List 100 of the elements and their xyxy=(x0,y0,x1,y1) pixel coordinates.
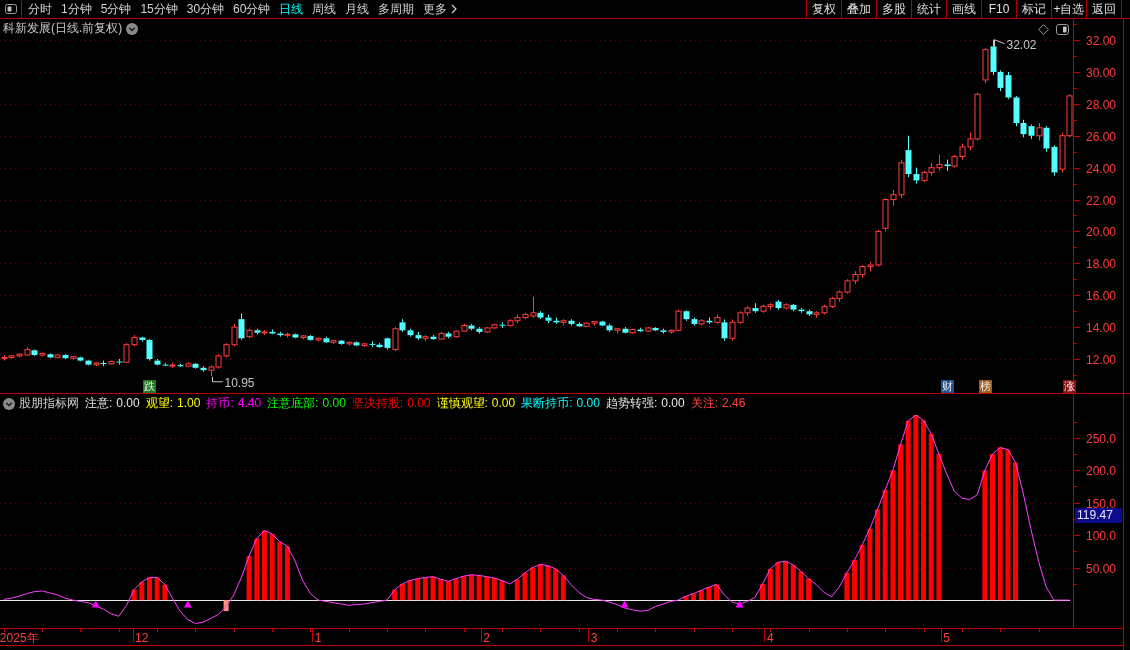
axis-label: 22.00 xyxy=(1086,194,1117,208)
bar xyxy=(407,580,413,601)
pointer-line xyxy=(994,39,1005,48)
bar xyxy=(139,581,145,601)
date-label: 12 xyxy=(135,631,149,645)
legend-label: 谨慎观望: xyxy=(436,396,488,411)
axis-label: 150.0 xyxy=(1086,497,1117,511)
high-price-label: 32.02 xyxy=(1006,37,1037,52)
axis-label: 28.00 xyxy=(1086,98,1117,112)
dropdown-icon[interactable] xyxy=(3,397,15,410)
bar xyxy=(147,577,152,601)
toolbar-button[interactable]: F10 xyxy=(981,0,1016,18)
bar xyxy=(499,580,505,601)
signal-tag: 榜 xyxy=(979,380,992,393)
bar xyxy=(514,579,520,601)
bar xyxy=(522,572,528,601)
diamond-icon[interactable] xyxy=(1038,24,1049,35)
period-tab[interactable]: 30分钟 xyxy=(186,0,225,18)
legend-label: 坚决持股: xyxy=(351,396,404,411)
period-tab[interactable]: 1分钟 xyxy=(61,0,92,18)
toolbar-button[interactable]: 叠加 xyxy=(841,0,876,18)
axis-label: 32.00 xyxy=(1086,34,1117,48)
period-tab[interactable]: 分时 xyxy=(28,0,52,18)
bar xyxy=(131,589,137,601)
legend-value: 4.40 xyxy=(237,396,262,411)
bar xyxy=(223,600,229,612)
period-tab[interactable]: 多周期 xyxy=(378,0,415,18)
pointer-line xyxy=(212,376,223,383)
triangle-marker xyxy=(91,600,100,608)
date-label: 2025年 xyxy=(0,631,39,645)
period-tab[interactable]: 周线 xyxy=(312,0,337,18)
date-label: 2 xyxy=(483,631,491,645)
bar xyxy=(269,533,275,601)
legend-value: 0.00 xyxy=(576,396,600,411)
period-tab[interactable]: 60分钟 xyxy=(233,0,271,18)
legend-value: 2.46 xyxy=(721,396,746,411)
toolbar-button[interactable]: 返回 xyxy=(1086,0,1121,18)
bar xyxy=(798,571,804,601)
legend-value: 0.00 xyxy=(407,396,431,411)
panel-toggle-icon[interactable] xyxy=(1056,24,1069,35)
toolbar-button[interactable]: 标记 xyxy=(1016,0,1051,18)
toolbar-button[interactable]: 画线 xyxy=(946,0,981,18)
bar xyxy=(683,596,689,601)
bar xyxy=(154,577,160,601)
chart-title: 科新发展(日线.前复权) xyxy=(3,21,123,36)
dropdown-icon[interactable] xyxy=(126,22,139,35)
bar xyxy=(162,584,168,601)
toolbar-button[interactable]: +自选 xyxy=(1051,0,1086,18)
axis-label: 250.0 xyxy=(1086,432,1117,446)
chevron-right-icon xyxy=(451,4,458,14)
period-tab[interactable]: 日线 xyxy=(279,0,304,18)
axis-label: 16.00 xyxy=(1086,289,1117,303)
current-value-label: 119.47 xyxy=(1075,508,1122,523)
signal-tag: 财 xyxy=(941,380,954,393)
legend-label: 果断持币: xyxy=(521,396,573,411)
bar xyxy=(430,576,436,601)
axis-label: 14.00 xyxy=(1086,321,1117,335)
axis-label: 18.00 xyxy=(1086,257,1117,271)
period-tab[interactable]: 5分钟 xyxy=(100,0,132,18)
legend-value: 0.00 xyxy=(491,396,516,411)
axis-label: 24.00 xyxy=(1086,162,1117,176)
legend-value: 0.00 xyxy=(661,396,685,411)
toolbar-button[interactable]: 统计 xyxy=(911,0,946,18)
legend-label: 注意: xyxy=(85,396,113,411)
period-tab[interactable]: 月线 xyxy=(345,0,370,18)
bar xyxy=(246,555,252,600)
legend-label: 观望: xyxy=(145,396,174,411)
bar xyxy=(775,562,781,601)
legend-label: 趋势转强: xyxy=(605,396,658,411)
period-tab[interactable]: 15分钟 xyxy=(140,0,178,18)
toolbar-button[interactable]: 多股 xyxy=(876,0,911,18)
bar xyxy=(706,587,712,601)
date-label: 5 xyxy=(943,631,950,645)
axis-label: 50.00 xyxy=(1086,562,1117,576)
bar xyxy=(453,578,459,601)
legend-label: 持币: xyxy=(206,396,234,411)
bar xyxy=(844,572,850,601)
bar xyxy=(476,575,482,601)
axis-label: 100.0 xyxy=(1086,529,1117,543)
triangle-marker xyxy=(183,600,192,608)
axis-label: 20.00 xyxy=(1086,225,1117,239)
legend-value: 1.00 xyxy=(177,396,201,411)
bar xyxy=(545,565,551,601)
indicator-name: 股朋指标网 xyxy=(19,396,79,411)
legend-value: 0.00 xyxy=(116,396,140,411)
date-label: 4 xyxy=(766,631,774,645)
bar xyxy=(806,578,812,601)
date-label: 3 xyxy=(590,631,598,645)
legend-label: 关注: xyxy=(690,396,718,411)
low-price-label: 10.95 xyxy=(224,375,255,390)
signal-tag: 涨 xyxy=(1063,380,1076,393)
axis-label: 12.00 xyxy=(1086,353,1117,367)
date-label: 1 xyxy=(314,631,322,645)
axis-label: 200.0 xyxy=(1086,464,1117,478)
toolbar-button[interactable]: 复权 xyxy=(806,0,841,18)
triangle-marker xyxy=(735,600,744,608)
signal-tag: 跌 xyxy=(143,380,156,393)
legend-value: 0.00 xyxy=(322,396,346,411)
axis-label: 26.00 xyxy=(1086,130,1117,144)
more-menu-button[interactable]: 更多 xyxy=(423,0,458,18)
